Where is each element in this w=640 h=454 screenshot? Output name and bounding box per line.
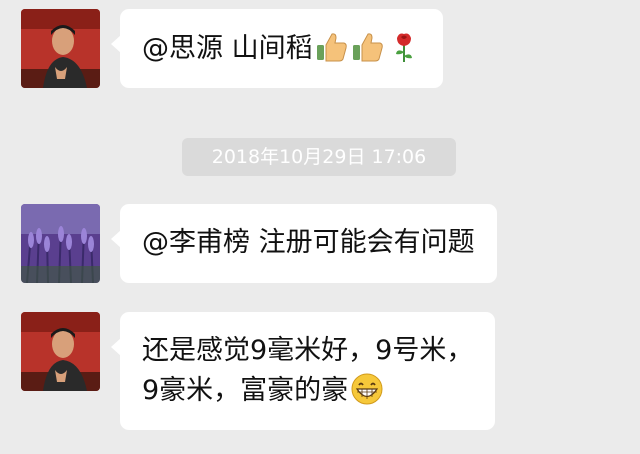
- message-text: 9豪米，富豪的豪: [142, 375, 349, 406]
- message-bubble[interactable]: @李甫榜 注册可能会有问题: [111, 204, 497, 283]
- man-avatar-icon: [21, 9, 100, 88]
- rose-icon: [387, 30, 421, 64]
- message-bubble[interactable]: 还是感觉9毫米好，9号米， 9豪米，富豪的豪: [110, 312, 496, 430]
- message-text: @李甫榜 注册可能会有问题: [142, 227, 475, 258]
- sender-avatar[interactable]: [21, 9, 100, 88]
- lavender-avatar-icon: [21, 204, 100, 283]
- message-text: @思源 山间稻: [142, 29, 421, 69]
- message-bubble[interactable]: @思源 山间稻: [111, 9, 443, 88]
- grinning-face-icon: [350, 372, 384, 406]
- message-text-line: 9豪米，富豪的豪: [142, 371, 473, 411]
- thumbs-up-icon: [351, 30, 385, 64]
- thumbs-up-icon: [315, 30, 349, 64]
- timestamp-label: 2018年10月29日 17:06: [182, 138, 456, 176]
- sender-avatar[interactable]: [21, 204, 100, 283]
- man-avatar-icon: [21, 312, 100, 391]
- sender-avatar[interactable]: [21, 312, 100, 391]
- message-text-line: @思源 山间稻: [142, 33, 313, 64]
- message-text-line: 还是感觉9毫米好，9号米，: [142, 335, 474, 366]
